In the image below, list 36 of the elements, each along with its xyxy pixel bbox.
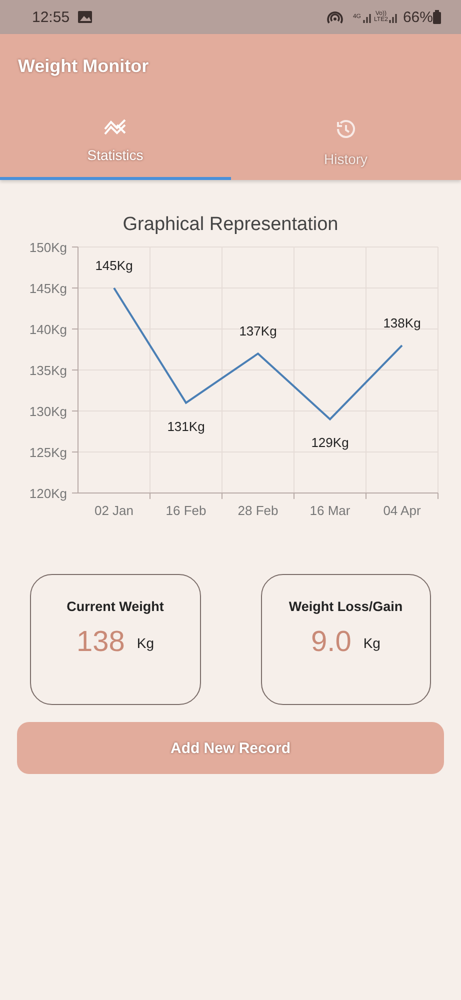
data-label: 138Kg xyxy=(383,315,421,330)
x-tick-label: 02 Jan xyxy=(94,503,134,518)
x-tick-label: 28 Feb xyxy=(238,503,278,518)
data-label: 129Kg xyxy=(311,435,349,450)
y-tick-label: 120Kg xyxy=(29,486,67,501)
hotspot-icon xyxy=(326,10,344,24)
x-tick-label: 04 Apr xyxy=(383,503,421,518)
signal-icon xyxy=(388,11,399,23)
stat-value: 9.0 xyxy=(311,626,352,659)
x-tick-label: 16 Mar xyxy=(310,503,350,518)
y-tick-label: 130Kg xyxy=(29,404,67,419)
y-tick-label: 125Kg xyxy=(29,445,67,460)
app-title: Weight Monitor xyxy=(17,55,150,78)
signal-icon xyxy=(362,11,373,23)
card-title: Weight Loss/Gain xyxy=(288,599,403,614)
data-label: 131Kg xyxy=(167,418,205,434)
battery-icon xyxy=(433,10,441,24)
stat-value: 138 xyxy=(76,626,125,659)
add-record-button[interactable]: Add New Record xyxy=(17,722,444,774)
data-label: 145Kg xyxy=(95,258,133,273)
y-tick-label: 135Kg xyxy=(29,363,67,378)
battery-percent: 66% xyxy=(402,8,433,26)
chart-icon xyxy=(103,117,128,137)
y-tick-label: 150Kg xyxy=(29,240,67,255)
tab[interactable]: Statistics xyxy=(0,117,230,180)
image-icon xyxy=(78,11,92,23)
x-tick-label: 16 Feb xyxy=(166,503,206,518)
tab[interactable]: History xyxy=(230,117,461,180)
stat-unit: Kg xyxy=(363,634,380,650)
status-time: 12:55 xyxy=(32,8,70,26)
data-label: 137Kg xyxy=(239,324,277,339)
stat-unit: Kg xyxy=(136,634,154,650)
chart-title: Graphical Representation xyxy=(122,214,340,236)
y-tick-label: 145Kg xyxy=(29,281,67,296)
card-title: Current Weight xyxy=(66,599,164,614)
y-tick-label: 140Kg xyxy=(29,322,67,337)
